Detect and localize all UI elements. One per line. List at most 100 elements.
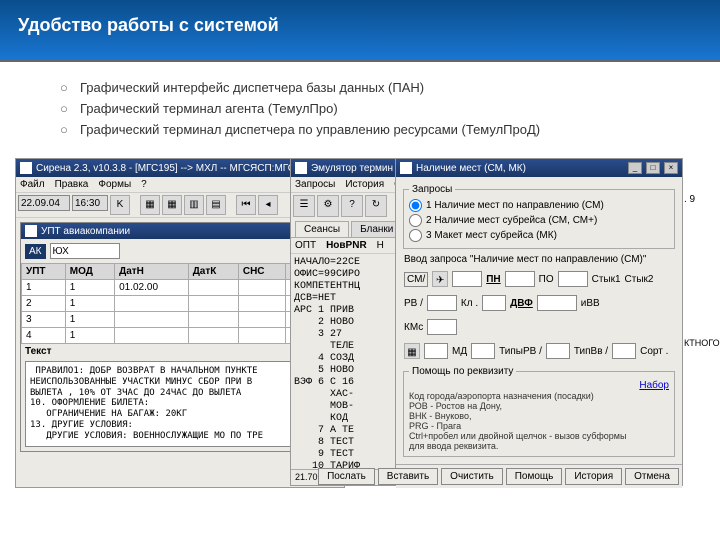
status-time: 21.70	[295, 472, 318, 482]
toolbar-icon[interactable]: ▥	[184, 195, 204, 215]
col-mod[interactable]: МОД	[65, 264, 114, 280]
window-title: Сирена 2.3, v10.3.8 - [МГС195] --> МХЛ -…	[36, 163, 295, 174]
po-input[interactable]	[505, 271, 535, 287]
form-icon	[25, 225, 37, 237]
button-bar: Послать Вставить Очистить Помощь История…	[396, 464, 682, 488]
rv-input[interactable]	[427, 295, 457, 311]
row-md: ▦ МД ТипыРВ / ТипВв / Сорт .	[400, 339, 678, 363]
titlebar-availability[interactable]: Наличие мест (СМ, МК) _ □ ×	[396, 159, 682, 177]
menu-newpnr[interactable]: НовPNR	[326, 240, 367, 251]
bullet-item: Графический терминал агента (ТемулПро)	[80, 101, 680, 116]
mask-label: Ввод запроса "Наличие мест по направлени…	[400, 252, 678, 267]
pn-label: ПН	[486, 274, 500, 285]
menu-file[interactable]: Файл	[20, 179, 45, 190]
minimize-button[interactable]: _	[628, 162, 642, 174]
styk1-label: Стык1	[592, 274, 621, 285]
close-button[interactable]: ×	[664, 162, 678, 174]
toolbar-icon[interactable]: ⚙	[317, 195, 339, 217]
menu-help[interactable]: ?	[141, 179, 147, 190]
col-sns[interactable]: СНС	[238, 264, 285, 280]
dialog-body: Запросы 1 Наличие мест по направлению (С…	[396, 177, 682, 464]
ak-input[interactable]	[50, 243, 120, 259]
menu-queries[interactable]: Запросы	[295, 179, 335, 190]
radio-sm-plus[interactable]: 2 Наличие мест субрейса (СМ, СМ+)	[409, 213, 669, 228]
tipvv-input[interactable]	[546, 343, 570, 359]
pn-input[interactable]	[452, 271, 482, 287]
bg-fragment: КТНОГО	[684, 338, 720, 348]
first-icon[interactable]: ⏮	[236, 195, 256, 215]
window-title: Эмулятор термин	[311, 163, 393, 174]
kl-label: Кл .	[461, 298, 478, 309]
menu-opt[interactable]: ОПТ	[295, 240, 316, 251]
subwindow-title: УПТ авиакомпании	[41, 226, 130, 237]
dvf-label: ДВФ	[510, 298, 533, 309]
bullet-list: Графический интерфейс диспетчера базы да…	[0, 62, 720, 153]
kms-label: КМс	[404, 322, 423, 333]
nabor-link[interactable]: Набор	[639, 380, 669, 391]
kl-input[interactable]	[482, 295, 506, 311]
toolbar-icon[interactable]: ?	[341, 195, 363, 217]
key-icon[interactable]: K	[110, 195, 130, 215]
send-button[interactable]: Послать	[318, 468, 375, 485]
radio-input[interactable]	[409, 199, 422, 212]
col-datn[interactable]: ДатН	[115, 264, 189, 280]
kms-input[interactable]	[427, 319, 457, 335]
bullet-item: Графический терминал диспетчера по управ…	[80, 122, 680, 137]
workspace: Сирена 2.3, v10.3.8 - [МГС195] --> МХЛ -…	[0, 158, 720, 528]
ak-label: АК	[25, 244, 46, 259]
col-datk[interactable]: ДатК	[188, 264, 238, 280]
row-cm: СМ/ ✈ ПН ПО Стык1 Стык2	[400, 267, 678, 291]
help-legend: Помощь по реквизиту	[409, 366, 516, 377]
history-button[interactable]: История	[565, 468, 622, 485]
tipyrv-input[interactable]	[471, 343, 495, 359]
bg-fragment: . 9	[684, 194, 695, 205]
app-icon	[20, 162, 32, 174]
tab-sessions[interactable]: Сеансы	[295, 221, 349, 237]
date-field[interactable]	[18, 195, 70, 211]
row-kms: КМс	[400, 315, 678, 339]
app-icon	[295, 162, 307, 174]
insert-button[interactable]: Вставить	[378, 468, 438, 485]
clear-button[interactable]: Очистить	[441, 468, 503, 485]
text-label: Текст	[25, 346, 335, 357]
menu-n[interactable]: Н	[377, 240, 384, 251]
cm-prefix: СМ/	[404, 272, 428, 287]
menu-forms[interactable]: Формы	[98, 179, 131, 190]
help-button[interactable]: Помощь	[506, 468, 563, 485]
prev-icon[interactable]: ◂	[258, 195, 278, 215]
maximize-button[interactable]: □	[646, 162, 660, 174]
app-icon	[400, 162, 412, 174]
window-availability: Наличие мест (СМ, МК) _ □ × Запросы 1 На…	[395, 158, 683, 486]
time-field[interactable]	[72, 195, 108, 211]
slide-title: Удобство работы с системой	[18, 15, 702, 36]
toolbar-icon[interactable]: ▦	[162, 195, 182, 215]
tipyrv-label: ТипыРВ /	[499, 346, 542, 357]
help-group: Помощь по реквизиту Набор Код города/аэр…	[403, 366, 675, 457]
toolbar-icon[interactable]: ☰	[293, 195, 315, 217]
radio-sm[interactable]: 1 Наличие мест по направлению (СМ)	[409, 198, 669, 213]
window-title: Наличие мест (СМ, МК)	[416, 163, 526, 174]
queries-legend: Запросы	[409, 184, 455, 195]
toolbar-icon[interactable]: ↻	[365, 195, 387, 217]
row-rv: РВ / Кл . ДВФ иВВ	[400, 291, 678, 315]
rules-textbox[interactable]: ПРАВИЛО1: ДОБР ВОЗВРАТ В НАЧАЛЬНОМ ПУНКТ…	[25, 361, 335, 447]
styk2-label: Стык2	[625, 274, 654, 285]
toolbar-icon[interactable]: ▤	[206, 195, 226, 215]
cancel-button[interactable]: Отмена	[625, 468, 679, 485]
sort-input[interactable]	[612, 343, 636, 359]
plane-icon[interactable]: ✈	[432, 271, 448, 287]
radio-mk[interactable]: 3 Макет мест субрейса (МК)	[409, 228, 669, 243]
md-label: МД	[452, 346, 467, 357]
dvf-input[interactable]	[537, 295, 577, 311]
radio-input[interactable]	[409, 229, 422, 242]
toolbar-icon[interactable]: ▦	[140, 195, 160, 215]
md-input[interactable]	[424, 343, 448, 359]
styk1-input[interactable]	[558, 271, 588, 287]
menu-history[interactable]: История	[345, 179, 384, 190]
radio-input[interactable]	[409, 214, 422, 227]
slide-header: Удобство работы с системой	[0, 0, 720, 60]
menu-edit[interactable]: Правка	[55, 179, 89, 190]
col-upt[interactable]: УПТ	[22, 264, 66, 280]
calendar-icon[interactable]: ▦	[404, 343, 420, 359]
tipvv-label: ТипВв /	[574, 346, 608, 357]
